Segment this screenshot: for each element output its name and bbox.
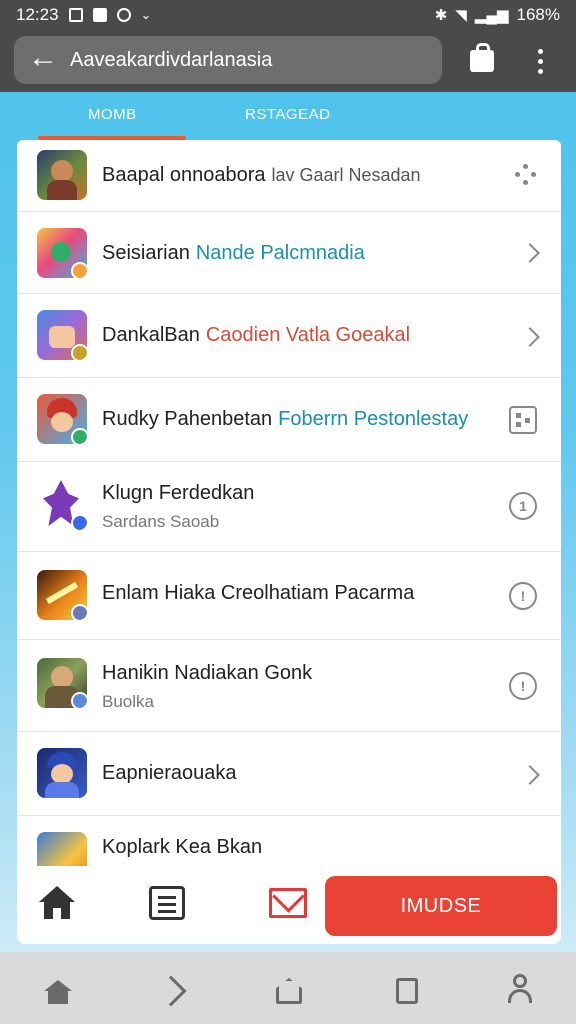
list-item-title: Rudky Pahenbetan xyxy=(102,408,273,430)
home-icon[interactable] xyxy=(39,886,75,920)
app-icon xyxy=(37,310,87,360)
list-item[interactable]: Rudky Pahenbetan Foberrn Pestonlestay xyxy=(17,378,561,462)
info-circle-icon[interactable]: ! xyxy=(509,672,537,700)
bottom-action-bar: IMUDSE xyxy=(17,866,561,944)
address-bar[interactable]: ← Aaveakardivdarlanasia xyxy=(14,36,442,84)
address-bar-url[interactable]: Aaveakardivdarlanasia xyxy=(70,49,272,72)
expand-chevron-icon: ⌄ xyxy=(140,7,152,22)
app-icon xyxy=(37,150,87,200)
list-item[interactable]: Hanikin Nadiakan Gonk Buolka ! xyxy=(17,640,561,732)
dots-icon[interactable] xyxy=(515,164,537,186)
list-icon[interactable] xyxy=(149,886,185,920)
list-item[interactable]: Enlam Hiaka Creolhatiam Pacarma ! xyxy=(17,552,561,640)
tab-bar: MOMB RSTAGEAD xyxy=(0,92,576,142)
list-item-highlight: Nande Palcmnadia xyxy=(195,242,365,264)
app-icon xyxy=(37,570,87,620)
home-icon[interactable] xyxy=(44,980,72,1004)
house-outline-icon[interactable] xyxy=(276,978,302,1004)
info-circle-icon[interactable]: ! xyxy=(509,582,537,610)
bookmark-icon[interactable] xyxy=(396,978,418,1004)
list-item-title: Klugn Ferdedkan xyxy=(102,482,255,504)
photo-notification-icon xyxy=(68,8,83,22)
list-item-title: Seisiarian xyxy=(102,242,190,264)
list-item[interactable]: DankalBan Caodien Vatla Goeakal xyxy=(17,294,561,378)
page-content: MOMB RSTAGEAD Baapal onnoabora lav Gaarl … xyxy=(0,92,576,1024)
app-list-card: Baapal onnoabora lav Gaarl Nesadan Seisia… xyxy=(17,140,561,920)
app-icon xyxy=(37,480,87,530)
forward-chevron-icon[interactable] xyxy=(155,975,187,1007)
list-item-highlight: Foberrn Pestonlestay xyxy=(278,408,469,430)
app-icon xyxy=(37,658,87,708)
list-item-subtitle: Sardans Saoab xyxy=(102,512,220,531)
mail-icon[interactable] xyxy=(269,888,307,918)
list-item[interactable]: Klugn Ferdedkan Sardans Saoab 1 xyxy=(17,462,561,552)
app-icon xyxy=(37,228,87,278)
status-bar: 12:23 ⌄ ✱ ◥ ▂▄▆ 168% xyxy=(0,0,576,30)
grid-square-icon[interactable] xyxy=(509,406,537,434)
chevron-right-icon[interactable] xyxy=(520,327,540,347)
list-item-title: DankalBan xyxy=(102,324,200,346)
bluetooth-icon: ✱ xyxy=(434,7,448,24)
app-icon xyxy=(37,748,87,798)
more-options-icon[interactable] xyxy=(530,46,550,76)
battery-level: 168% xyxy=(516,5,560,24)
signal-icon: ▂▄▆ xyxy=(474,7,509,24)
list-item[interactable]: Seisiarian Nande Palcmnadia xyxy=(17,212,561,294)
back-arrow-icon[interactable]: ← xyxy=(28,43,58,73)
list-item-highlight: Caodien Vatla Goeakal xyxy=(205,324,411,346)
list-item-subtitle: Buolka xyxy=(102,692,154,711)
media-notification-icon xyxy=(92,8,107,22)
chevron-right-icon[interactable] xyxy=(520,765,540,785)
info-circle-icon[interactable]: 1 xyxy=(509,492,537,520)
list-item[interactable]: Baapal onnoabora lav Gaarl Nesadan xyxy=(17,140,561,212)
status-time: 12:23 xyxy=(16,5,59,24)
list-item-title: Eapnieraouaka xyxy=(102,762,237,784)
list-item[interactable]: Eapnieraouaka xyxy=(17,732,561,816)
browser-toolbar: ← Aaveakardivdarlanasia xyxy=(0,30,576,92)
list-item-title: Koplark Kea Bkan xyxy=(102,836,263,858)
tab-momb[interactable]: MOMB xyxy=(88,106,137,123)
shopping-bag-icon[interactable] xyxy=(470,43,494,72)
list-item-highlight: lav Gaarl Nesadan xyxy=(271,165,421,185)
list-item-title: Enlam Hiaka Creolhatiam Pacarma xyxy=(102,582,415,604)
list-item-title: Baapal onnoabora xyxy=(102,164,266,186)
primary-action-button[interactable]: IMUDSE xyxy=(325,876,557,936)
chevron-right-icon[interactable] xyxy=(520,243,540,263)
list-item-title: Hanikin Nadiakan Gonk xyxy=(102,662,313,684)
profile-icon[interactable] xyxy=(508,974,532,1004)
app-icon xyxy=(37,394,87,444)
wifi-icon: ◥ xyxy=(455,7,467,24)
tab-rstageAd[interactable]: RSTAGEAD xyxy=(245,106,330,123)
system-navigation-bar xyxy=(0,952,576,1024)
location-notification-icon xyxy=(116,8,131,22)
